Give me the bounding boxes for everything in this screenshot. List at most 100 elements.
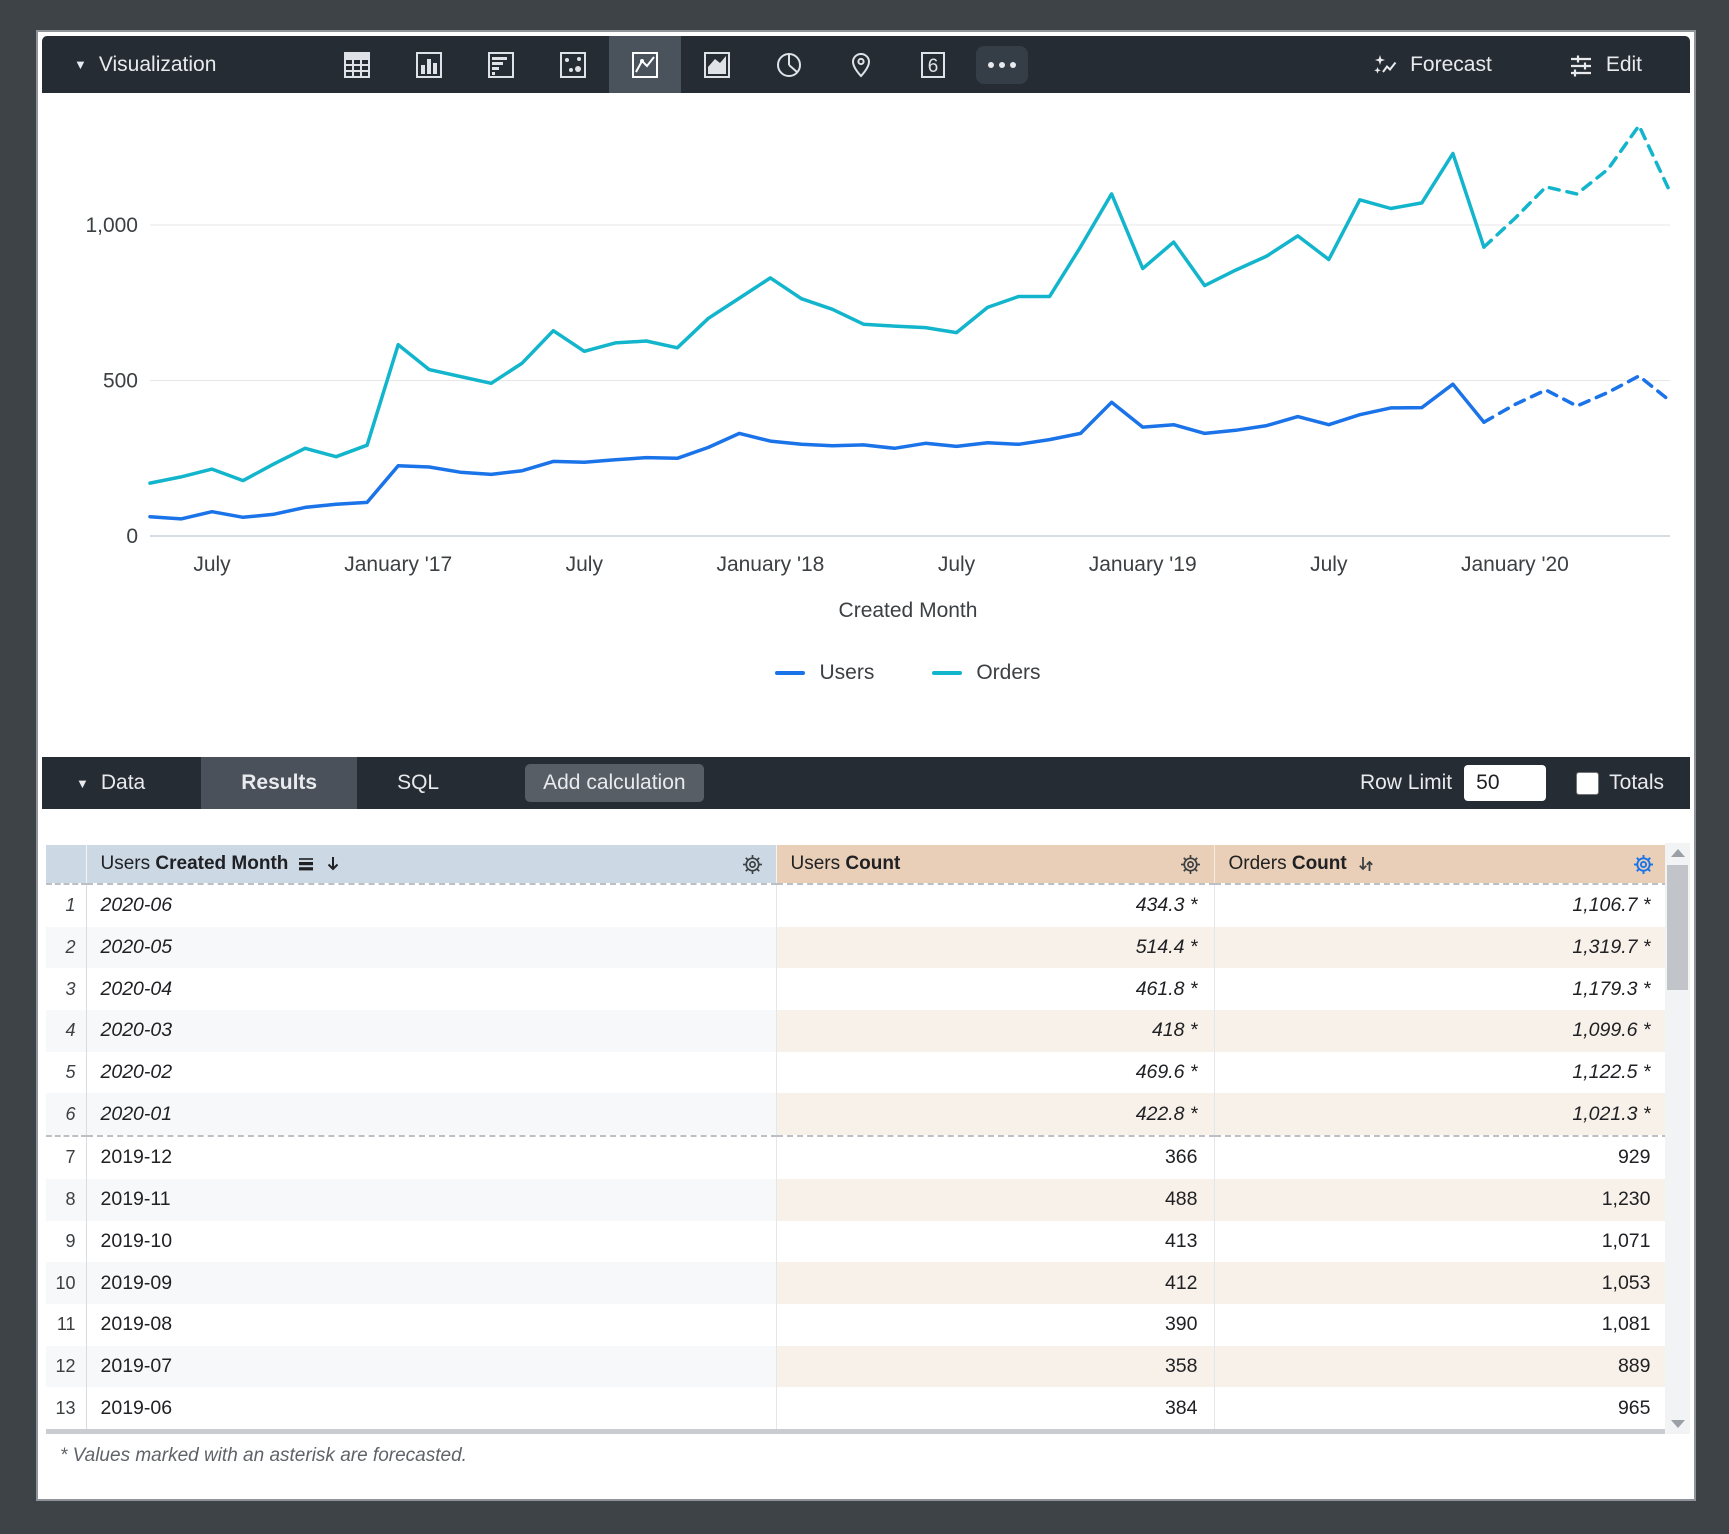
table-row[interactable]: 2 2020-05 514.4 * 1,319.7 * <box>46 927 1667 969</box>
orders-count-cell[interactable]: 1,106.7 * <box>1214 884 1667 927</box>
column-header-users-count[interactable]: Users Count <box>776 845 1214 884</box>
users-count-cell[interactable]: 422.8 * <box>776 1093 1214 1136</box>
orders-count-cell[interactable]: 1,081 <box>1214 1304 1667 1346</box>
column-chart-button[interactable] <box>393 36 465 93</box>
users-count-cell[interactable]: 413 <box>776 1221 1214 1263</box>
ellipsis-icon <box>976 46 1028 84</box>
table-row[interactable]: 12 2019-07 358 889 <box>46 1346 1667 1388</box>
orders-count-cell[interactable]: 1,053 <box>1214 1262 1667 1304</box>
visualization-section-toggle[interactable]: ▼ Visualization <box>42 53 216 77</box>
users-count-cell[interactable]: 461.8 * <box>776 968 1214 1010</box>
horizontal-scrollbar[interactable] <box>46 1429 1667 1434</box>
row-limit-input[interactable] <box>1464 765 1546 801</box>
x-tick-label: January '17 <box>344 553 452 576</box>
explore-window: ▼ Visualization <box>36 30 1696 1501</box>
sort-desc-arrow-icon[interactable] <box>324 854 342 874</box>
users-count-cell[interactable]: 412 <box>776 1262 1214 1304</box>
created-month-cell[interactable]: 2020-06 <box>86 884 776 927</box>
table-row[interactable]: 4 2020-03 418 * 1,099.6 * <box>46 1010 1667 1052</box>
legend-item-users[interactable]: Users <box>775 661 874 685</box>
column-header-users-created-month[interactable]: Users Created Month <box>86 845 776 884</box>
map-chart-button[interactable] <box>825 36 897 93</box>
created-month-cell[interactable]: 2019-10 <box>86 1221 776 1263</box>
x-tick-label: January '20 <box>1461 553 1569 576</box>
table-row[interactable]: 5 2020-02 469.6 * 1,122.5 * <box>46 1052 1667 1094</box>
bar-chart-button[interactable] <box>465 36 537 93</box>
scroll-up-arrow[interactable] <box>1665 843 1690 863</box>
chart-type-picker: 6 <box>321 36 1035 93</box>
orders-count-cell[interactable]: 1,099.6 * <box>1214 1010 1667 1052</box>
created-month-cell[interactable]: 2020-04 <box>86 968 776 1010</box>
table-row[interactable]: 11 2019-08 390 1,081 <box>46 1304 1667 1346</box>
row-number: 12 <box>46 1346 86 1388</box>
users-count-cell[interactable]: 488 <box>776 1179 1214 1221</box>
created-month-cell[interactable]: 2019-12 <box>86 1136 776 1179</box>
tab-results[interactable]: Results <box>201 757 357 809</box>
column-header-orders-count[interactable]: Orders Count <box>1214 845 1667 884</box>
table-row[interactable]: 1 2020-06 434.3 * 1,106.7 * <box>46 884 1667 927</box>
gear-icon[interactable] <box>1179 853 1202 876</box>
orders-count-cell[interactable]: 965 <box>1214 1387 1667 1429</box>
created-month-cell[interactable]: 2020-01 <box>86 1093 776 1136</box>
pie-chart-button[interactable] <box>753 36 825 93</box>
vertical-scrollbar[interactable] <box>1665 843 1690 1434</box>
row-number: 3 <box>46 968 86 1010</box>
users-count-cell[interactable]: 390 <box>776 1304 1214 1346</box>
scrollbar-thumb[interactable] <box>1667 865 1688 990</box>
line-chart-button[interactable] <box>609 36 681 93</box>
swap-sort-icon[interactable] <box>1355 853 1377 875</box>
users-forecast-line <box>1484 376 1670 422</box>
row-number: 8 <box>46 1179 86 1221</box>
created-month-cell[interactable]: 2019-06 <box>86 1387 776 1429</box>
users-count-cell[interactable]: 469.6 * <box>776 1052 1214 1094</box>
forecast-button[interactable]: Forecast <box>1366 51 1498 79</box>
scroll-down-arrow[interactable] <box>1665 1414 1690 1434</box>
users-count-cell[interactable]: 514.4 * <box>776 927 1214 969</box>
users-count-cell[interactable]: 358 <box>776 1346 1214 1388</box>
orders-count-cell[interactable]: 1,021.3 * <box>1214 1093 1667 1136</box>
users-count-cell[interactable]: 434.3 * <box>776 884 1214 927</box>
orders-count-cell[interactable]: 1,122.5 * <box>1214 1052 1667 1094</box>
line-chart[interactable]: 05001,000JulyJanuary '17JulyJanuary '18J… <box>42 93 1694 593</box>
data-section-toggle[interactable]: ▼ Data <box>42 771 201 795</box>
orders-count-cell[interactable]: 1,319.7 * <box>1214 927 1667 969</box>
users-count-cell[interactable]: 384 <box>776 1387 1214 1429</box>
table-row[interactable]: 8 2019-11 488 1,230 <box>46 1179 1667 1221</box>
chevron-down-icon: ▼ <box>76 776 89 791</box>
table-row[interactable]: 13 2019-06 384 965 <box>46 1387 1667 1429</box>
totals-checkbox[interactable] <box>1576 772 1599 795</box>
edit-button[interactable]: Edit <box>1562 51 1648 79</box>
table-row[interactable]: 6 2020-01 422.8 * 1,021.3 * <box>46 1093 1667 1136</box>
created-month-cell[interactable]: 2019-11 <box>86 1179 776 1221</box>
orders-count-cell[interactable]: 1,179.3 * <box>1214 968 1667 1010</box>
table-row[interactable]: 7 2019-12 366 929 <box>46 1136 1667 1179</box>
single-value-button[interactable]: 6 <box>897 36 969 93</box>
users-count-cell[interactable]: 418 * <box>776 1010 1214 1052</box>
created-month-cell[interactable]: 2019-08 <box>86 1304 776 1346</box>
gear-icon-active[interactable] <box>1632 853 1655 876</box>
users-count-cell[interactable]: 366 <box>776 1136 1214 1179</box>
table-chart-button[interactable] <box>321 36 393 93</box>
orders-count-cell[interactable]: 1,071 <box>1214 1221 1667 1263</box>
scatter-chart-button[interactable] <box>537 36 609 93</box>
table-row[interactable]: 9 2019-10 413 1,071 <box>46 1221 1667 1263</box>
created-month-cell[interactable]: 2020-03 <box>86 1010 776 1052</box>
created-month-cell[interactable]: 2019-07 <box>86 1346 776 1388</box>
subtotal-icon[interactable] <box>296 854 316 874</box>
tab-sql[interactable]: SQL <box>357 757 479 809</box>
gear-icon[interactable] <box>741 853 764 876</box>
orders-count-cell[interactable]: 929 <box>1214 1136 1667 1179</box>
created-month-cell[interactable]: 2020-05 <box>86 927 776 969</box>
orders-count-cell[interactable]: 889 <box>1214 1346 1667 1388</box>
add-calculation-button[interactable]: Add calculation <box>525 764 703 802</box>
area-chart-icon <box>702 47 732 83</box>
area-chart-button[interactable] <box>681 36 753 93</box>
created-month-cell[interactable]: 2019-09 <box>86 1262 776 1304</box>
row-number: 11 <box>46 1304 86 1346</box>
table-row[interactable]: 10 2019-09 412 1,053 <box>46 1262 1667 1304</box>
more-chart-types-button[interactable] <box>969 36 1035 93</box>
table-row[interactable]: 3 2020-04 461.8 * 1,179.3 * <box>46 968 1667 1010</box>
legend-item-orders[interactable]: Orders <box>932 661 1040 685</box>
orders-count-cell[interactable]: 1,230 <box>1214 1179 1667 1221</box>
created-month-cell[interactable]: 2020-02 <box>86 1052 776 1094</box>
